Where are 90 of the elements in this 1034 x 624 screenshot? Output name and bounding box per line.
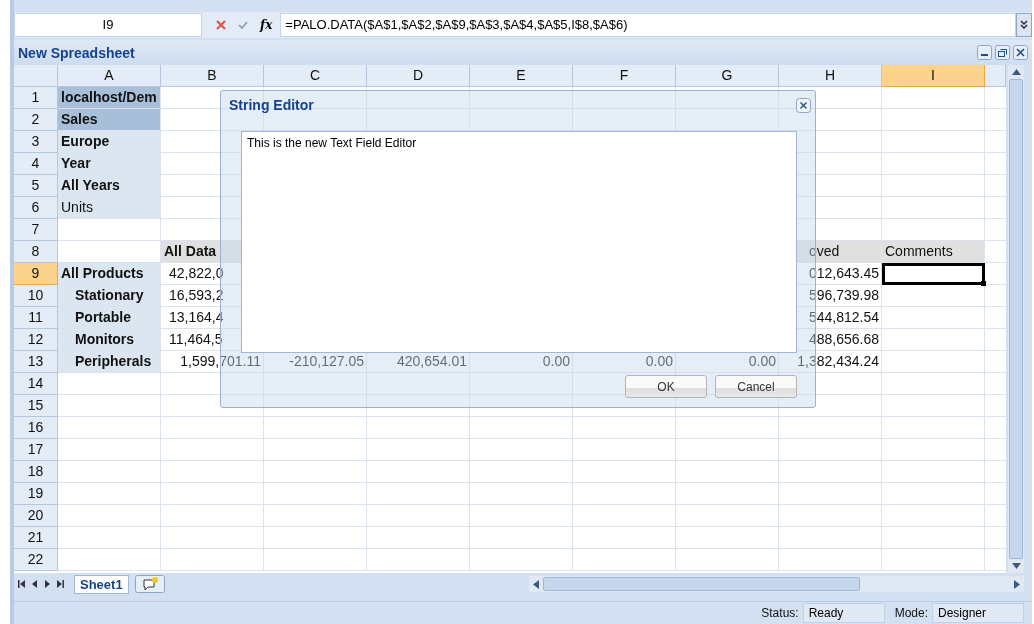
table-cell-text: 544,812.54 [807, 308, 880, 328]
column-header[interactable]: C [264, 65, 367, 88]
row-header[interactable]: 4 [14, 153, 58, 176]
row-header[interactable]: 16 [14, 417, 58, 440]
table-cell: Sales [58, 109, 161, 132]
last-sheet-icon[interactable] [56, 580, 64, 589]
table-cell-text: 42,822,0 [168, 264, 225, 284]
column-header[interactable]: D [367, 65, 470, 88]
row-header[interactable]: 12 [14, 329, 58, 352]
row-header[interactable]: 21 [14, 527, 58, 550]
row-header[interactable]: 13 [14, 351, 58, 374]
vertical-scrollbar[interactable] [1008, 65, 1024, 574]
row-header[interactable]: 3 [14, 131, 58, 154]
table-cell: Comments [882, 241, 985, 264]
table-cell-text: 488,656.68 [807, 330, 880, 350]
table-cell-text: 0.00 [644, 352, 674, 372]
table-cell-text: 13,164,4 [168, 308, 225, 328]
table-cell-text: 11,464,5 [168, 330, 224, 350]
row-header[interactable]: 15 [14, 395, 58, 418]
table-cell: localhost/Dem [58, 87, 161, 110]
row-header[interactable]: 7 [14, 219, 58, 242]
function-button[interactable]: fx [260, 17, 273, 32]
close-icon[interactable] [1013, 45, 1028, 61]
table-cell-text: 012,643.45 [807, 264, 880, 284]
expand-icon[interactable] [1016, 12, 1032, 37]
table-cell: Units [58, 197, 161, 220]
table-cell: Stationary [58, 285, 161, 308]
table-cell: Year [58, 153, 161, 176]
row-header[interactable]: 19 [14, 483, 58, 506]
close-icon[interactable] [796, 97, 811, 113]
row-header[interactable]: 8 [14, 241, 58, 264]
formula-field[interactable]: =PALO.DATA($A$1,$A$2,$A$9,$A$3,$A$4,$A$5,I$8,$A$6) [280, 12, 1016, 37]
window-title: New Spreadsheet [18, 44, 135, 61]
right-arrow-icon[interactable] [1014, 579, 1020, 589]
column-header[interactable]: I [882, 65, 985, 88]
column-header[interactable]: F [573, 65, 676, 88]
table-cell: Portable [58, 307, 161, 330]
row-header[interactable]: 5 [14, 175, 58, 198]
check-icon[interactable] [238, 20, 248, 29]
row-header[interactable]: 11 [14, 307, 58, 330]
column-header[interactable]: B [161, 65, 264, 88]
minimize-icon[interactable] [977, 45, 992, 61]
row-header[interactable]: 6 [14, 197, 58, 220]
row-header[interactable]: 2 [14, 109, 58, 132]
text-area[interactable]: This is the new Text Field Editor [241, 131, 797, 354]
row-header[interactable]: 14 [14, 373, 58, 396]
column-header [985, 65, 1006, 88]
column-header[interactable]: G [676, 65, 779, 88]
restore-icon[interactable] [995, 45, 1010, 61]
horizontal-scrollbar[interactable] [529, 576, 1024, 593]
table-cell: Peripherals [58, 351, 161, 374]
left-arrow-icon[interactable] [533, 579, 539, 589]
up-arrow-icon[interactable] [1011, 69, 1021, 76]
cancel-icon[interactable] [216, 19, 226, 30]
table-cell-text: -210,127.05 [288, 352, 365, 372]
previous-sheet-icon[interactable] [32, 580, 38, 589]
row-header[interactable]: 22 [14, 549, 58, 572]
row-header[interactable]: 1 [14, 87, 58, 110]
table-cell: All Products [58, 263, 161, 286]
column-header[interactable]: A [58, 65, 161, 88]
active-cell[interactable] [882, 263, 985, 286]
status-value: Ready [802, 603, 885, 624]
dialog-button[interactable]: Cancel [715, 375, 797, 399]
row-header[interactable]: 18 [14, 461, 58, 484]
row-header[interactable]: 9 [14, 263, 58, 286]
table-cell: Monitors [58, 329, 161, 352]
dialog-button[interactable]: OK [625, 375, 707, 399]
table-cell: Europe [58, 131, 161, 154]
table-cell-text: 16,593,2 [168, 286, 225, 306]
down-arrow-icon[interactable] [1011, 563, 1021, 570]
new-sheet-icon[interactable] [134, 575, 165, 594]
table-cell: All Years [58, 175, 161, 198]
first-sheet-icon[interactable] [18, 580, 26, 589]
table-cell-text: 420,654.01 [395, 352, 468, 372]
next-sheet-icon[interactable] [44, 580, 50, 589]
dialog-title: String Editor [229, 97, 314, 114]
table-cell-text: 0.00 [747, 352, 777, 372]
column-header[interactable]: H [779, 65, 882, 88]
row-header[interactable]: 17 [14, 439, 58, 462]
row-header[interactable]: 10 [14, 285, 58, 308]
status-label: Status: [761, 606, 799, 621]
table-cell-text: 0.00 [541, 352, 571, 372]
cell-name-box[interactable]: I9 [14, 12, 202, 37]
sheet-tab[interactable]: Sheet1 [74, 574, 129, 594]
table-cell-text: 596,739.98 [807, 286, 880, 306]
column-header[interactable]: E [470, 65, 573, 88]
row-header[interactable]: 20 [14, 505, 58, 528]
mode-label: Mode: [894, 606, 928, 621]
table-cell-text: 1,382,434.24 [796, 352, 880, 372]
mode-value: Designer [932, 603, 1024, 624]
